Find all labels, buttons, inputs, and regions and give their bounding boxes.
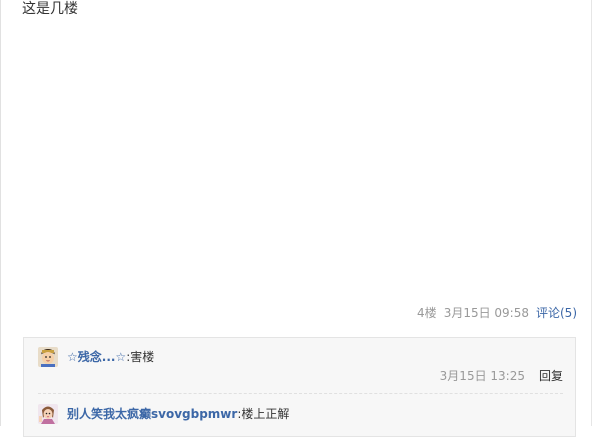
avatar-girl-icon[interactable] (38, 404, 58, 424)
comment-box: ☆残念...☆:害楼 3月15日 13:25 回复 别人笑我太疯癫svovgbpm… (23, 337, 576, 437)
post-time: 3月15日 09:58 (443, 306, 529, 320)
left-border (0, 0, 1, 426)
comment-line: ☆残念...☆:害楼 (67, 350, 154, 364)
floor-number: 4楼 (417, 306, 437, 320)
comment-text: 害楼 (130, 350, 155, 364)
comment-username[interactable]: ☆残念...☆ (67, 350, 126, 364)
post-content: 这是几楼 (22, 1, 78, 17)
avatar-boy-icon[interactable] (38, 347, 58, 367)
comment-line: 别人笑我太疯癫svovgbpmwr:楼上正解 (67, 407, 289, 421)
post-meta: 4楼 3月15日 09:58 评论(5) (410, 306, 577, 320)
comment-count-link[interactable]: 评论(5) (536, 306, 577, 320)
comment-time: 3月15日 13:25 (439, 369, 525, 383)
comment-divider (38, 393, 563, 394)
comment-username[interactable]: 别人笑我太疯癫svovgbpmwr (67, 407, 237, 421)
comment-text: 楼上正解 (241, 407, 290, 421)
reply-button[interactable]: 回复 (539, 369, 563, 383)
comment-footer: 3月15日 13:25 回复 (440, 369, 563, 383)
